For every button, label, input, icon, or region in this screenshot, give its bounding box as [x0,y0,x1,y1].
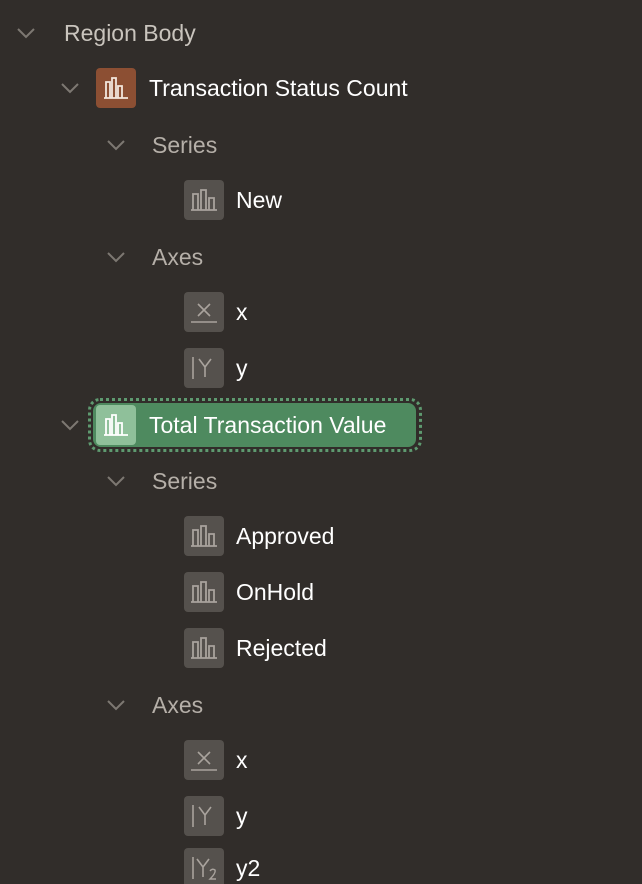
tree-node-label: Axes [152,244,204,270]
chevron-down-icon[interactable] [14,21,38,45]
chevron-down-icon[interactable] [58,413,82,437]
tree-node-total-transaction-value[interactable]: Total Transaction Value [58,405,386,445]
tree-node-axis-x[interactable]: x [184,292,248,332]
tree-node-label: Transaction Status Count [149,75,408,101]
tree-node-label: Axes [152,692,204,718]
tree-node-axis-y[interactable]: y [184,796,248,836]
tree-node-transaction-status-count[interactable]: Transaction Status Count [58,68,408,108]
series-icon [184,180,224,220]
tree-node-series-onhold[interactable]: OnHold [184,572,314,612]
bar-chart-icon [96,405,136,445]
tree-node-axis-x[interactable]: x [184,740,248,780]
tree-node-label: y2 [236,855,261,881]
tree-node-label: Approved [236,523,335,549]
series-icon [184,516,224,556]
chevron-down-icon[interactable] [58,76,82,100]
tree-node-series[interactable]: Series [104,125,217,165]
tree-node-region-body[interactable]: Region Body [14,13,196,53]
tree-node-label: New [236,187,283,213]
chevron-down-icon[interactable] [104,245,128,269]
tree-node-label: Region Body [64,20,196,46]
tree-node-label: Rejected [236,635,327,661]
x-axis-icon [184,292,224,332]
tree-node-label: Series [152,468,218,494]
tree-node-axes[interactable]: Axes [104,685,203,725]
tree-node-axis-y2[interactable]: y2 [184,848,260,884]
chevron-down-icon[interactable] [104,469,128,493]
series-icon [184,572,224,612]
tree-node-label: x [236,299,248,325]
tree-node-series-rejected[interactable]: Rejected [184,628,327,668]
chevron-down-icon[interactable] [104,693,128,717]
tree-node-label: Series [152,132,218,158]
tree-node-label: OnHold [236,579,314,605]
component-tree: Region Body Transaction Status Count Ser… [0,0,642,884]
tree-node-axis-y[interactable]: y [184,348,248,388]
tree-node-series[interactable]: Series [104,461,217,501]
bar-chart-icon [96,68,136,108]
tree-node-label: x [236,747,248,773]
y-axis-icon [184,348,224,388]
tree-node-axes[interactable]: Axes [104,237,203,277]
y-axis-icon [184,796,224,836]
tree-node-label: y [236,803,248,829]
chevron-down-icon[interactable] [104,133,128,157]
tree-node-label: Total Transaction Value [149,412,387,438]
series-icon [184,628,224,668]
tree-node-series-new[interactable]: New [184,180,282,220]
x-axis-icon [184,740,224,780]
y2-axis-icon [184,848,224,884]
tree-node-series-approved[interactable]: Approved [184,516,334,556]
tree-node-label: y [236,355,248,381]
